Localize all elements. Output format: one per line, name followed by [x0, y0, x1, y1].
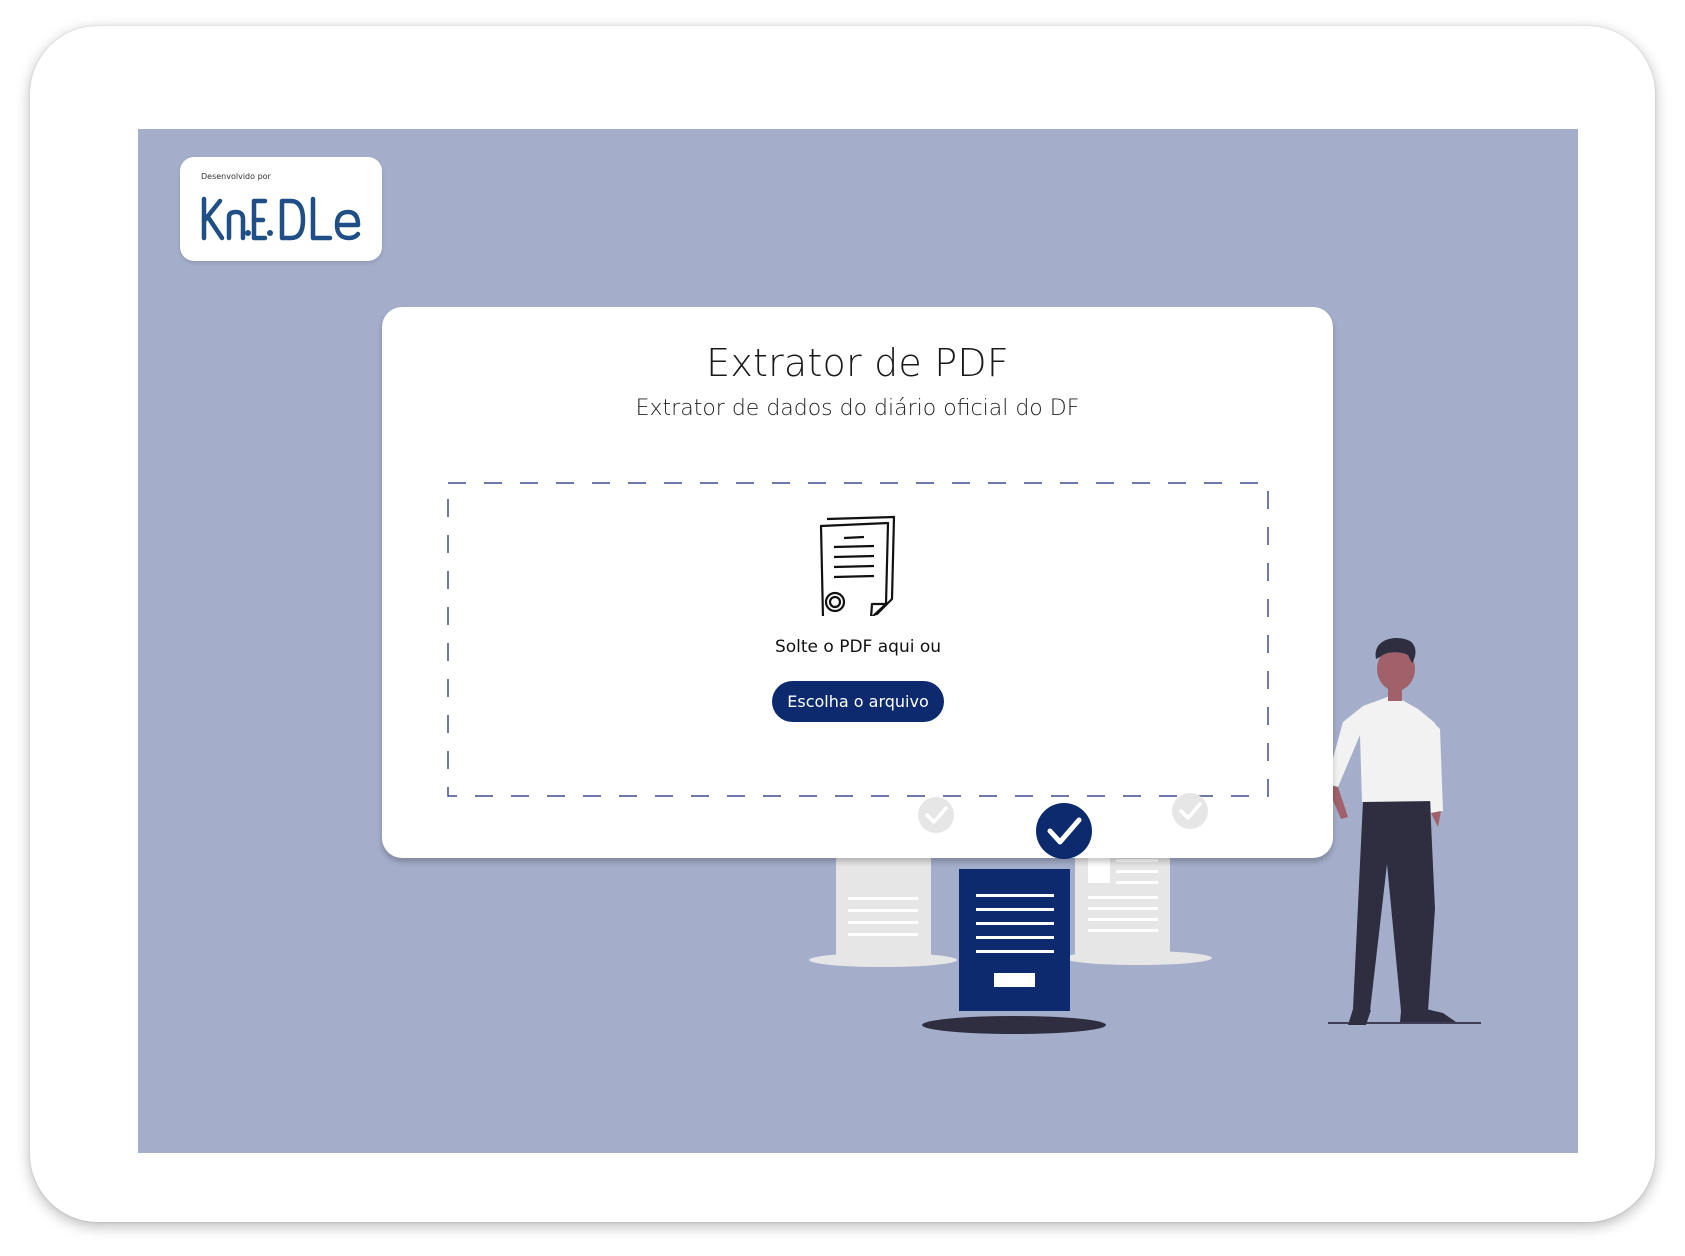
pdf-dropzone[interactable]: Solte o PDF aqui ou Escolha o arquivo [447, 482, 1269, 797]
extractor-card: Extrator de PDF Extrator de dados do diá… [382, 307, 1333, 858]
device-frame: Desenvolvido por Extrator de PDF Extrato… [30, 26, 1655, 1222]
person-illustration [1326, 638, 1481, 1025]
documents-icon [819, 515, 896, 616]
logo-card[interactable]: Desenvolvido por [180, 157, 382, 261]
document-selected-illustration [922, 869, 1106, 1034]
dropzone-prompt: Solte o PDF aqui ou [774, 637, 942, 657]
app-screen: Desenvolvido por Extrator de PDF Extrato… [138, 129, 1578, 1153]
page-title: Extrator de PDF [706, 341, 1009, 385]
document-left-illustration [809, 843, 957, 967]
choose-file-button[interactable]: Escolha o arquivo [772, 681, 944, 722]
page-subtitle: Extrator de dados do diário oficial do D… [635, 396, 1080, 421]
logo-caption: Desenvolvido por [201, 172, 271, 181]
knedle-logo [201, 196, 361, 241]
